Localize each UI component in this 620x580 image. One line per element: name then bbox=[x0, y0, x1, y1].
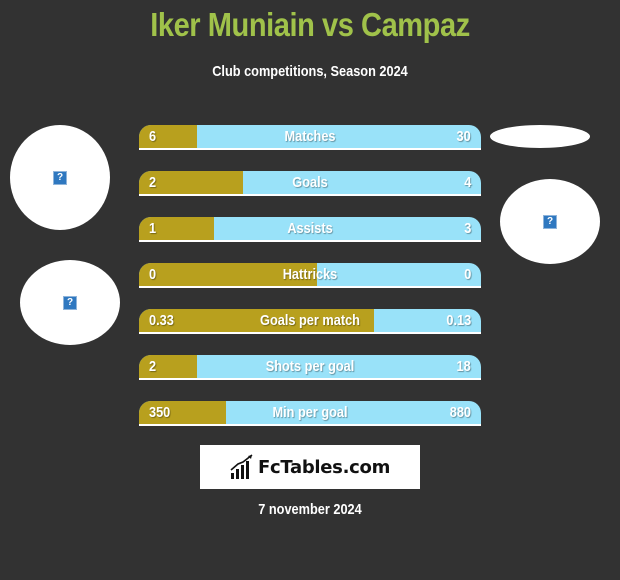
report-date: 7 november 2024 bbox=[258, 501, 362, 518]
stat-label: Matches bbox=[284, 128, 336, 145]
right-value: 30 bbox=[456, 128, 471, 145]
bar-chart-icon bbox=[230, 454, 253, 479]
left-value: 6 bbox=[149, 128, 157, 145]
right-player-avatar bbox=[490, 125, 590, 148]
left-value: 0 bbox=[149, 266, 157, 283]
page-title: Iker Muniain vs Campaz bbox=[150, 6, 470, 43]
stat-label: Assists bbox=[287, 220, 333, 237]
stat-row: 2 Shots per goal 18 bbox=[139, 355, 481, 380]
broken-image-icon: ? bbox=[543, 214, 557, 229]
right-value: 18 bbox=[456, 358, 471, 375]
logo-text: FcTables.com bbox=[257, 456, 391, 478]
stat-label: Shots per goal bbox=[265, 358, 355, 375]
stat-label: Hattricks bbox=[282, 266, 338, 283]
stat-row: 350 Min per goal 880 bbox=[139, 401, 481, 426]
stat-row: 2 Goals 4 bbox=[139, 171, 481, 196]
stat-row: 0.33 Goals per match 0.13 bbox=[139, 309, 481, 334]
stat-label: Goals per match bbox=[260, 312, 360, 329]
left-value: 1 bbox=[149, 220, 157, 237]
broken-image-icon: ? bbox=[53, 170, 67, 185]
right-value: 3 bbox=[463, 220, 471, 237]
right-value: 0 bbox=[463, 266, 471, 283]
right-value: 4 bbox=[463, 174, 471, 191]
stat-row: 1 Assists 3 bbox=[139, 217, 481, 242]
left-team-logo: ? bbox=[20, 260, 120, 345]
broken-image-icon: ? bbox=[63, 295, 77, 310]
stat-label: Goals bbox=[292, 174, 328, 191]
stat-row: 0 Hattricks 0 bbox=[139, 263, 481, 288]
left-value: 2 bbox=[149, 174, 157, 191]
right-value: 880 bbox=[449, 404, 471, 421]
fctables-logo[interactable]: FcTables.com bbox=[200, 445, 420, 489]
left-player-avatar: ? bbox=[10, 125, 110, 230]
stat-row: 6 Matches 30 bbox=[139, 125, 481, 150]
page-subtitle: Club competitions, Season 2024 bbox=[212, 63, 408, 80]
stat-label: Min per goal bbox=[272, 404, 348, 421]
right-value: 0.13 bbox=[446, 312, 471, 329]
right-team-logo: ? bbox=[500, 179, 600, 264]
left-value: 2 bbox=[149, 358, 157, 375]
